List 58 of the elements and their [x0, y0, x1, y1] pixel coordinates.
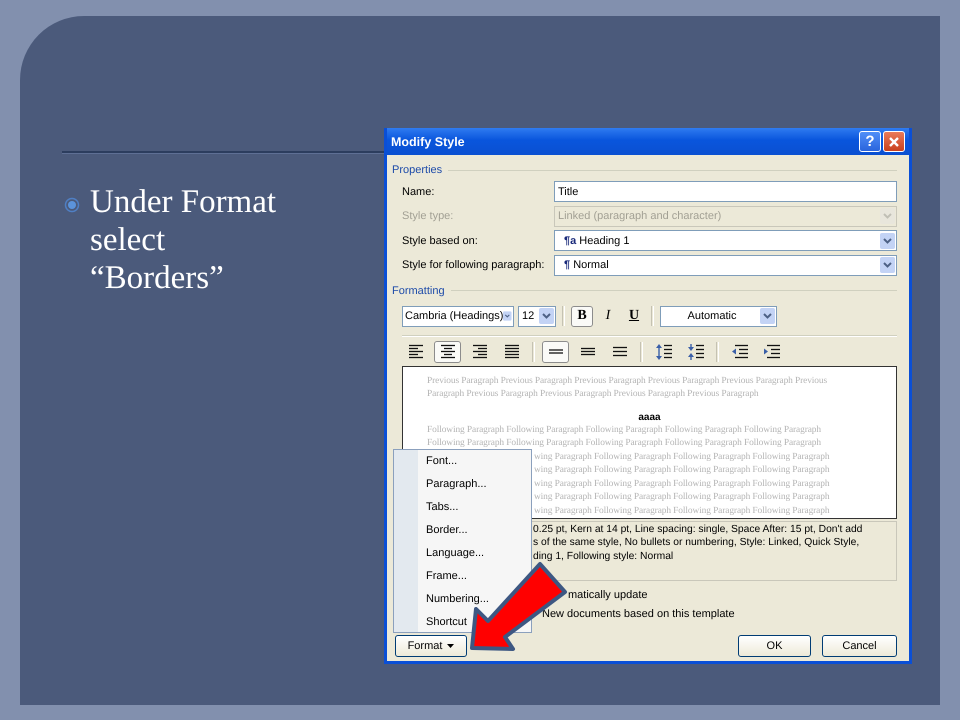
preview-text: wing Paragraph Following Paragraph Following Paragraph Following Paragraph — [534, 504, 830, 518]
description-text: ding 1, Following style: Normal — [533, 550, 674, 563]
preview-text: Previous Paragraph Previous Paragraph Previous Paragraph Previous Paragraph Previous Paragraph Previous — [427, 374, 828, 388]
preview-text: Paragraph Previous Paragraph Previous Paragraph Previous Paragraph Previous Paragraph — [427, 388, 760, 401]
font-dropdown[interactable]: Cambria (Headings) — [402, 306, 514, 326]
field-label: Style based on: — [402, 234, 479, 246]
menu-item[interactable]: Paragraph... — [426, 473, 487, 496]
text-field[interactable]: Title — [554, 181, 897, 202]
close-icon — [888, 136, 900, 148]
menu-item[interactable]: Tabs... — [426, 496, 458, 519]
menu-item[interactable]: Shortcut — [426, 611, 467, 634]
window-title: Modify Style — [390, 134, 465, 148]
menu-item[interactable]: Font... — [426, 450, 458, 473]
menu-item[interactable]: Frame... — [426, 565, 467, 588]
preview-text: wing Paragraph Following Paragraph Following Paragraph Following Paragraph — [534, 450, 830, 464]
bold-button[interactable]: B — [571, 306, 593, 326]
option-label: matically update — [568, 588, 648, 602]
caret-icon — [447, 644, 454, 648]
spacing-arrows-icon — [654, 342, 672, 360]
dropdown[interactable]: ¶ Normal — [554, 254, 897, 276]
section-heading: Formatting — [392, 284, 445, 296]
indent-icon — [730, 343, 748, 360]
font-size-dropdown[interactable]: 12 — [518, 306, 556, 326]
spacing-arrows-icon — [686, 342, 704, 360]
description-text: s of the same style, No bullets or numbering, Style: Linked, Quick Style, — [533, 536, 860, 550]
color-dropdown[interactable]: Automatic — [660, 306, 777, 326]
sample-text: aaaa — [637, 410, 662, 424]
option-label: New documents based on this template — [542, 608, 735, 622]
align-justify-icon — [504, 343, 520, 360]
bullet-icon — [64, 197, 80, 213]
bullet-text: Under Format select “Borders” — [90, 183, 278, 297]
preview-text: Following Paragraph Following Paragraph Following Paragraph Following Paragraph Following Paragraph — [427, 437, 822, 450]
cancel-button[interactable]: Cancel — [822, 634, 897, 656]
align-left-icon — [408, 343, 424, 360]
menu-item[interactable]: Numbering... — [426, 588, 489, 611]
close-button[interactable] — [883, 131, 905, 152]
description-text: 0.25 pt, Kern at 14 pt, Line spacing: single, Space After: 15 pt, Don't add — [533, 522, 864, 536]
preview-text: wing Paragraph Following Paragraph Following Paragraph Following Paragraph — [534, 464, 830, 477]
indent-icon — [762, 343, 780, 360]
dropdown[interactable]: ¶a Heading 1 — [554, 230, 897, 251]
align-center-icon — [440, 343, 456, 360]
section-heading: Properties — [392, 164, 442, 176]
underline-button[interactable]: U — [623, 306, 645, 326]
field-label: Style for following paragraph: — [402, 259, 546, 271]
preview-text: Following Paragraph Following Paragraph Following Paragraph Following Paragraph Following Paragraph — [427, 424, 822, 436]
italic-button[interactable]: I — [597, 306, 619, 326]
field-label: Name: — [402, 186, 436, 198]
align-right-icon — [472, 343, 488, 360]
help-button[interactable]: ? — [859, 131, 881, 152]
preview-text: wing Paragraph Following Paragraph Following Paragraph Following Paragraph — [534, 491, 830, 504]
preview-text: wing Paragraph Following Paragraph Following Paragraph Following Paragraph — [534, 478, 830, 490]
format-button[interactable]: Format — [395, 634, 467, 656]
field-label: Style type: — [402, 210, 454, 222]
align-center-button[interactable] — [434, 340, 461, 362]
line-spacing-button[interactable] — [542, 340, 569, 362]
menu-item[interactable]: Language... — [426, 542, 484, 565]
ok-button[interactable]: OK — [738, 634, 811, 656]
menu-item[interactable]: Border... — [426, 519, 468, 542]
